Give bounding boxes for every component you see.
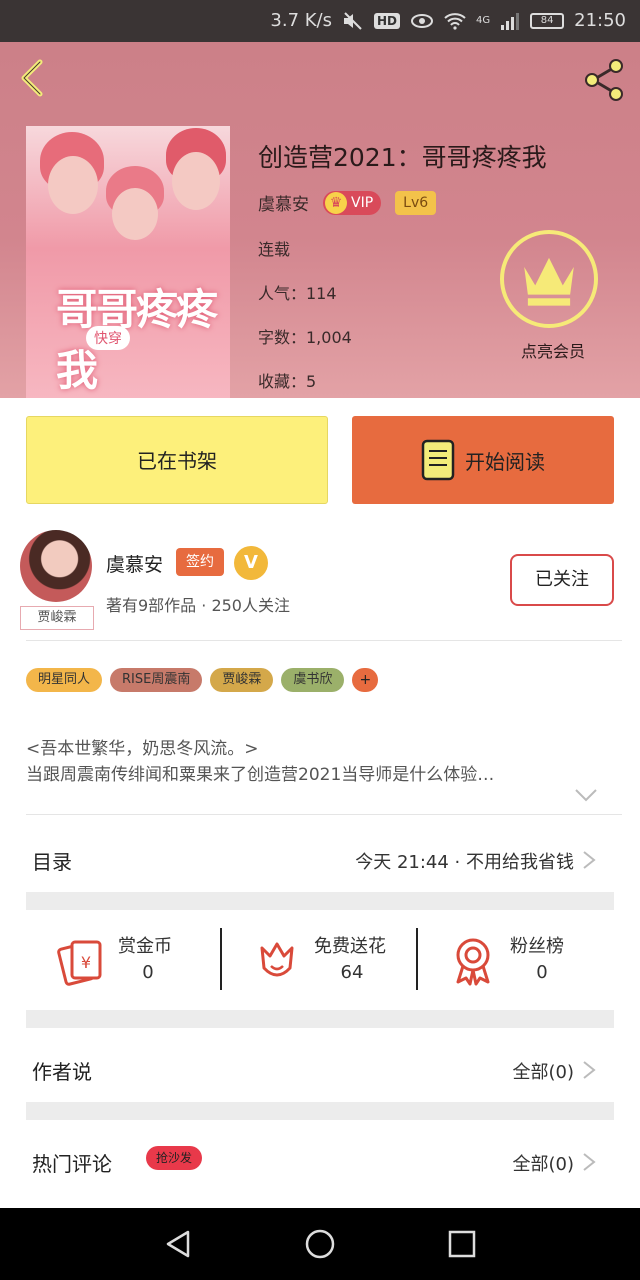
hot-comments-label: 热门评论 bbox=[32, 1152, 112, 1176]
vip-label: VIP bbox=[351, 194, 374, 211]
tag-chip[interactable]: 虞书欣 bbox=[281, 668, 345, 692]
book-icon bbox=[421, 439, 455, 481]
level-badge: Lv6 bbox=[395, 190, 437, 215]
member-label[interactable]: 点亮会员 bbox=[508, 338, 598, 362]
recents-square-icon[interactable] bbox=[446, 1228, 478, 1260]
clock: 21:50 bbox=[574, 10, 626, 31]
reward-value: 0 bbox=[142, 962, 154, 983]
author-says-label: 作者说 bbox=[32, 1060, 92, 1084]
back-arrow-icon[interactable] bbox=[14, 58, 54, 98]
start-reading-button[interactable]: 开始阅读 bbox=[352, 416, 614, 504]
section-gap bbox=[26, 892, 614, 910]
serial-status: 连载 bbox=[258, 240, 291, 259]
mute-icon bbox=[343, 11, 362, 30]
book-author[interactable]: 虞慕安 bbox=[258, 190, 309, 215]
section-gap bbox=[26, 1102, 614, 1120]
reward-value: 0 bbox=[536, 962, 548, 983]
expand-chevron-icon[interactable] bbox=[574, 788, 598, 802]
svg-text:¥: ¥ bbox=[81, 953, 91, 972]
sofa-badge[interactable]: 抢沙发 bbox=[146, 1146, 203, 1170]
vip-badge: ♛ VIP bbox=[323, 190, 382, 215]
author-info-row: 虞慕安 ♛ VIP Lv6 bbox=[258, 190, 437, 215]
book-header: 哥哥疼疼我 快穿 创造营2021：哥哥疼疼我 虞慕安 ♛ VIP Lv6 连载 … bbox=[0, 42, 640, 398]
word-count: 字数：1,004 bbox=[258, 328, 352, 347]
system-nav-bar bbox=[0, 1208, 640, 1280]
signal-icon bbox=[501, 12, 520, 30]
tag-list: 明星同人 RISE周震南 贾峻霖 虞书欣 + bbox=[26, 668, 379, 692]
red-envelope-icon: ¥ bbox=[57, 940, 102, 986]
vertical-separator bbox=[416, 928, 418, 990]
hd-badge: HD bbox=[373, 12, 400, 29]
author-name[interactable]: 虞慕安 bbox=[106, 550, 163, 577]
network-type: 4G bbox=[476, 15, 491, 26]
catalog-row[interactable]: 目录 今天 21:44 · 不用给我省钱 bbox=[26, 818, 614, 898]
on-shelf-button[interactable]: 已在书架 bbox=[26, 416, 328, 504]
cover-subtitle: 快穿 bbox=[86, 326, 130, 350]
verified-badge: V bbox=[234, 546, 268, 580]
wifi-icon bbox=[444, 12, 466, 30]
tag-chip[interactable]: RISE周震南 bbox=[110, 668, 203, 692]
divider bbox=[26, 814, 622, 815]
catalog-label: 目录 bbox=[32, 850, 72, 874]
battery-icon: 84 bbox=[530, 12, 565, 29]
start-reading-label: 开始阅读 bbox=[465, 449, 545, 474]
author-avatar[interactable] bbox=[20, 530, 92, 602]
home-circle-icon[interactable] bbox=[304, 1228, 336, 1260]
chevron-right-icon bbox=[583, 1061, 596, 1079]
author-says-row[interactable]: 作者说 全部(0) bbox=[26, 1028, 614, 1108]
reward-label: 赏金币 bbox=[118, 936, 172, 957]
reward-label: 免费送花 bbox=[314, 936, 386, 957]
reward-value: 64 bbox=[340, 962, 364, 983]
member-crown-icon[interactable] bbox=[500, 230, 598, 328]
back-triangle-icon[interactable] bbox=[162, 1228, 194, 1260]
reward-flowers[interactable]: 免费送花 64 bbox=[232, 926, 412, 996]
vertical-separator bbox=[220, 928, 222, 990]
intro-line-2: 当跟周震南传绯闻和粟果来了创造营2021当导师是什么体验… bbox=[26, 765, 495, 785]
follow-button[interactable]: 已关注 bbox=[510, 554, 614, 606]
rewards-panel: ¥ 赏金币 0 免费送花 64 粉丝榜 0 bbox=[26, 910, 614, 1010]
flower-icon bbox=[260, 942, 294, 977]
popularity: 人气：114 bbox=[258, 284, 337, 303]
crown-icon: ♛ bbox=[325, 191, 347, 214]
reward-fans[interactable]: 粉丝榜 0 bbox=[428, 926, 608, 996]
chevron-right-icon bbox=[583, 1153, 596, 1171]
latest-update: 今天 21:44 · 不用给我省钱 bbox=[355, 852, 574, 873]
author-says-count: 全部(0) bbox=[512, 1062, 575, 1083]
tag-chip[interactable]: 明星同人 bbox=[26, 668, 103, 692]
more-tags-button[interactable]: + bbox=[352, 668, 379, 692]
tag-chip[interactable]: 贾峻霖 bbox=[210, 668, 274, 692]
reward-label: 粉丝榜 bbox=[510, 936, 564, 957]
eye-icon bbox=[411, 13, 433, 28]
avatar-tag: 贾峻霖 bbox=[20, 606, 94, 630]
cover-title: 哥哥疼疼我 bbox=[56, 285, 218, 395]
network-speed: 3.7 K/s bbox=[270, 10, 332, 31]
share-icon[interactable] bbox=[580, 56, 628, 104]
divider bbox=[26, 640, 622, 641]
reward-coins[interactable]: ¥ 赏金币 0 bbox=[36, 926, 216, 996]
hot-comments-row[interactable]: 热门评论 全部(0) bbox=[26, 1120, 614, 1200]
author-stats: 著有9部作品 · 250人关注 bbox=[106, 596, 290, 615]
intro-line-1: <吾本世繁华，奶思冬风流。> bbox=[26, 739, 259, 759]
book-cover[interactable]: 哥哥疼疼我 快穿 bbox=[26, 126, 230, 398]
section-gap bbox=[26, 1010, 614, 1028]
hot-comments-count: 全部(0) bbox=[512, 1154, 575, 1175]
book-title: 创造营2021：哥哥疼疼我 bbox=[258, 143, 547, 172]
chevron-right-icon bbox=[583, 851, 596, 869]
award-ribbon-icon bbox=[456, 938, 490, 986]
status-bar: 3.7 K/s HD 4G 84 21:50 bbox=[0, 0, 640, 42]
signed-badge: 签约 bbox=[176, 548, 224, 576]
favorite-count: 收藏：5 bbox=[258, 372, 317, 391]
